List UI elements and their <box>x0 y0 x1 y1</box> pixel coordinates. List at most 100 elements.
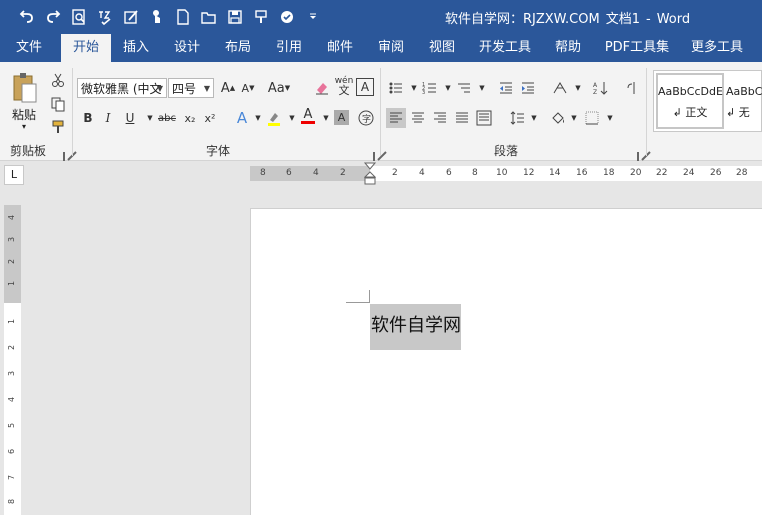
ruler-tick: 1 <box>7 318 17 325</box>
ruler-tick: 8 <box>472 168 478 178</box>
group-font-label: 字体 <box>206 144 231 158</box>
paste-icon[interactable] <box>10 70 40 108</box>
char-border-icon[interactable]: A <box>356 78 374 96</box>
borders-icon[interactable] <box>582 108 602 128</box>
quick-access-toolbar <box>14 5 326 29</box>
copy-icon[interactable] <box>48 94 68 114</box>
font-name-combo[interactable]: 微软雅黑 (中文 ▼ <box>77 78 167 98</box>
tab-review[interactable]: 审阅 <box>369 34 413 62</box>
tab-selector[interactable]: L <box>4 165 24 185</box>
increase-indent-icon[interactable] <box>518 78 538 98</box>
chevron-down-icon[interactable]: ▼ <box>472 78 492 98</box>
bullets-icon[interactable] <box>386 78 406 98</box>
ruler-tick: 22 <box>656 168 668 178</box>
edit-icon[interactable] <box>118 5 144 29</box>
highlight-icon[interactable] <box>264 108 284 128</box>
tab-references[interactable]: 引用 <box>267 34 311 62</box>
grow-font-icon[interactable]: A ▲ <box>218 78 238 98</box>
crop-mark <box>369 290 370 303</box>
cut-icon[interactable] <box>48 70 68 90</box>
tab-pdf-tools[interactable]: PDF工具集 <box>598 34 676 62</box>
tab-more-tools[interactable]: 更多工具 <box>682 34 752 62</box>
multilevel-list-icon[interactable] <box>454 78 474 98</box>
ribbon-tabs: 文件 开始 插入 设计 布局 引用 邮件 审阅 视图 开发工具 帮助 PDF工具… <box>0 34 762 62</box>
save-icon[interactable] <box>222 5 248 29</box>
subscript-button[interactable]: x₂ <box>180 108 200 128</box>
chevron-down-icon[interactable]: ▼ <box>600 108 620 128</box>
check-icon[interactable] <box>274 5 300 29</box>
format-painter-icon[interactable] <box>248 5 274 29</box>
paste-label[interactable]: 粘贴 <box>12 106 36 123</box>
chevron-down-icon[interactable]: ▼ <box>316 108 336 128</box>
tab-insert[interactable]: 插入 <box>114 34 158 62</box>
tab-view[interactable]: 视图 <box>420 34 464 62</box>
redo-icon[interactable] <box>40 5 66 29</box>
align-center-icon[interactable] <box>408 108 428 128</box>
ruler-tick: 2 <box>7 344 17 351</box>
touch-mode-icon[interactable] <box>144 5 170 29</box>
char-shading-icon[interactable]: A <box>334 110 349 125</box>
format-painter-icon[interactable] <box>48 117 68 137</box>
change-case-icon[interactable]: Aa ▼ <box>266 78 292 98</box>
tab-help[interactable]: 帮助 <box>546 34 590 62</box>
font-color-icon[interactable]: A <box>298 106 318 126</box>
change-case-label: Aa <box>267 80 285 96</box>
indent-marker-icon[interactable] <box>364 162 376 186</box>
bold-button[interactable]: B <box>78 108 98 128</box>
chevron-down-icon[interactable]: ▼ <box>568 78 588 98</box>
styles-gallery: AaBbCcDdE ↲ 正文 AaBbC ↲ 无 <box>653 70 762 132</box>
print-preview-icon[interactable] <box>66 5 92 29</box>
font-size-combo[interactable]: 四号 ▼ <box>168 78 214 98</box>
title-file: 文档1 <box>605 12 640 27</box>
tab-developer[interactable]: 开发工具 <box>472 34 538 62</box>
chinese-layout-icon[interactable] <box>550 78 570 98</box>
vertical-ruler[interactable]: 4 3 2 1 1 2 3 4 5 6 7 8 <box>4 205 21 515</box>
ruler-tick: 20 <box>630 168 642 178</box>
title-app: Word <box>656 12 691 27</box>
chevron-down-icon[interactable]: ▼ <box>204 79 210 97</box>
distribute-icon[interactable] <box>474 108 494 128</box>
ruler-tick: 28 <box>736 168 748 178</box>
ruler-tick: 8 <box>260 168 266 178</box>
document-text-selected[interactable]: 软件自学网 <box>370 304 461 350</box>
group-clipboard-label: 剪贴板 <box>10 144 47 158</box>
ruler-tick: 3 <box>7 236 17 243</box>
chevron-down-icon[interactable]: ▼ <box>524 108 544 128</box>
style-no-spacing[interactable]: AaBbC ↲ 无 <box>726 73 762 129</box>
numbering-icon[interactable]: 123 <box>420 78 440 98</box>
ruler-tick: 4 <box>7 214 17 221</box>
decrease-indent-icon[interactable] <box>496 78 516 98</box>
horizontal-ruler[interactable]: 8 6 4 2 2 4 6 8 10 12 14 16 18 20 22 24 … <box>250 162 762 185</box>
paste-dropdown-icon[interactable]: ▾ <box>22 122 26 131</box>
new-doc-icon[interactable] <box>170 5 196 29</box>
align-left-icon[interactable] <box>386 108 406 128</box>
chevron-down-icon[interactable]: ▼ <box>564 108 584 128</box>
tab-design[interactable]: 设计 <box>165 34 209 62</box>
clear-format-icon[interactable] <box>312 78 332 98</box>
shrink-font-icon[interactable]: A ▼ <box>238 78 258 98</box>
tab-file[interactable]: 文件 <box>6 34 52 62</box>
undo-icon[interactable] <box>14 5 40 29</box>
show-marks-icon[interactable] <box>622 78 642 98</box>
tab-home[interactable]: 开始 <box>61 34 111 62</box>
superscript-button[interactable]: x² <box>200 108 220 128</box>
customize-icon[interactable] <box>300 5 326 29</box>
align-right-icon[interactable] <box>430 108 450 128</box>
strikethrough-button[interactable]: abc <box>156 108 178 128</box>
spelling-icon[interactable] <box>92 5 118 29</box>
font-color-letter: A <box>303 107 313 122</box>
chevron-down-icon[interactable]: ▼ <box>157 79 163 97</box>
style-normal-label: 正文 <box>685 106 708 119</box>
justify-icon[interactable] <box>452 108 472 128</box>
style-normal[interactable]: AaBbCcDdE ↲ 正文 <box>656 73 724 129</box>
tab-mailings[interactable]: 邮件 <box>318 34 362 62</box>
sort-icon[interactable]: AZ <box>590 78 610 98</box>
phonetic-guide-icon[interactable]: wén 文 <box>334 76 354 97</box>
italic-button[interactable]: I <box>98 108 118 128</box>
document-page[interactable] <box>250 208 762 515</box>
enclose-char-icon[interactable]: 字 <box>356 108 376 128</box>
style-nospacing-preview: AaBbC <box>726 85 762 98</box>
tab-layout[interactable]: 布局 <box>216 34 260 62</box>
underline-button[interactable]: U <box>120 108 140 128</box>
open-icon[interactable] <box>196 5 222 29</box>
